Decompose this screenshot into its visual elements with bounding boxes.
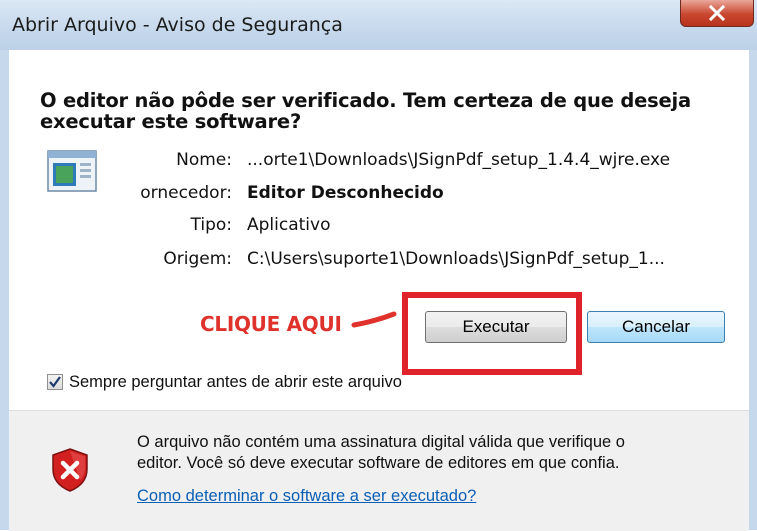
publisher-value: Editor Desconhecido: [247, 183, 444, 203]
annotation-arrow-icon: [351, 311, 397, 328]
origin-value: C:\Users\suporte1\Downloads\JSignPdf_set…: [247, 249, 665, 269]
name-label: Nome:: [176, 150, 232, 170]
click-here-annotation: CLIQUE AQUI: [200, 312, 342, 336]
close-icon: [708, 5, 726, 21]
checkmark-icon: [49, 376, 61, 388]
window-frame-right: [749, 50, 757, 530]
origin-label: Origem:: [163, 249, 232, 269]
dialog-heading: O editor não pôde ser verificado. Tem ce…: [40, 90, 710, 132]
title-bar[interactable]: Abrir Arquivo - Aviso de Segurança: [0, 0, 757, 50]
help-link[interactable]: Como determinar o software a ser executa…: [137, 487, 476, 506]
warning-line-2: editor. Você só deve executar software d…: [137, 454, 620, 472]
run-button[interactable]: Executar: [425, 311, 567, 343]
window-title: Abrir Arquivo - Aviso de Segurança: [12, 14, 343, 36]
application-window-icon: [47, 150, 101, 201]
always-ask-checkbox[interactable]: [47, 374, 63, 390]
always-ask-label[interactable]: Sempre perguntar antes de abrir este arq…: [69, 373, 402, 392]
cancel-button[interactable]: Cancelar: [587, 311, 725, 343]
publisher-label: ornecedor:: [140, 183, 232, 203]
close-button[interactable]: [680, 0, 754, 27]
window-frame-left: [0, 50, 9, 530]
shield-error-icon: [50, 447, 90, 498]
type-value: Aplicativo: [247, 215, 331, 235]
warning-line-1: O arquivo não contém uma assinatura digi…: [137, 433, 625, 451]
heading-line-2: executar este software?: [40, 110, 302, 133]
name-value: ...orte1\Downloads\JSignPdf_setup_1.4.4_…: [247, 150, 671, 170]
type-label: Tipo:: [190, 215, 232, 235]
heading-line-1: O editor não pôde ser verificado. Tem ce…: [40, 89, 692, 112]
warning-text: O arquivo não contém uma assinatura digi…: [137, 432, 737, 474]
